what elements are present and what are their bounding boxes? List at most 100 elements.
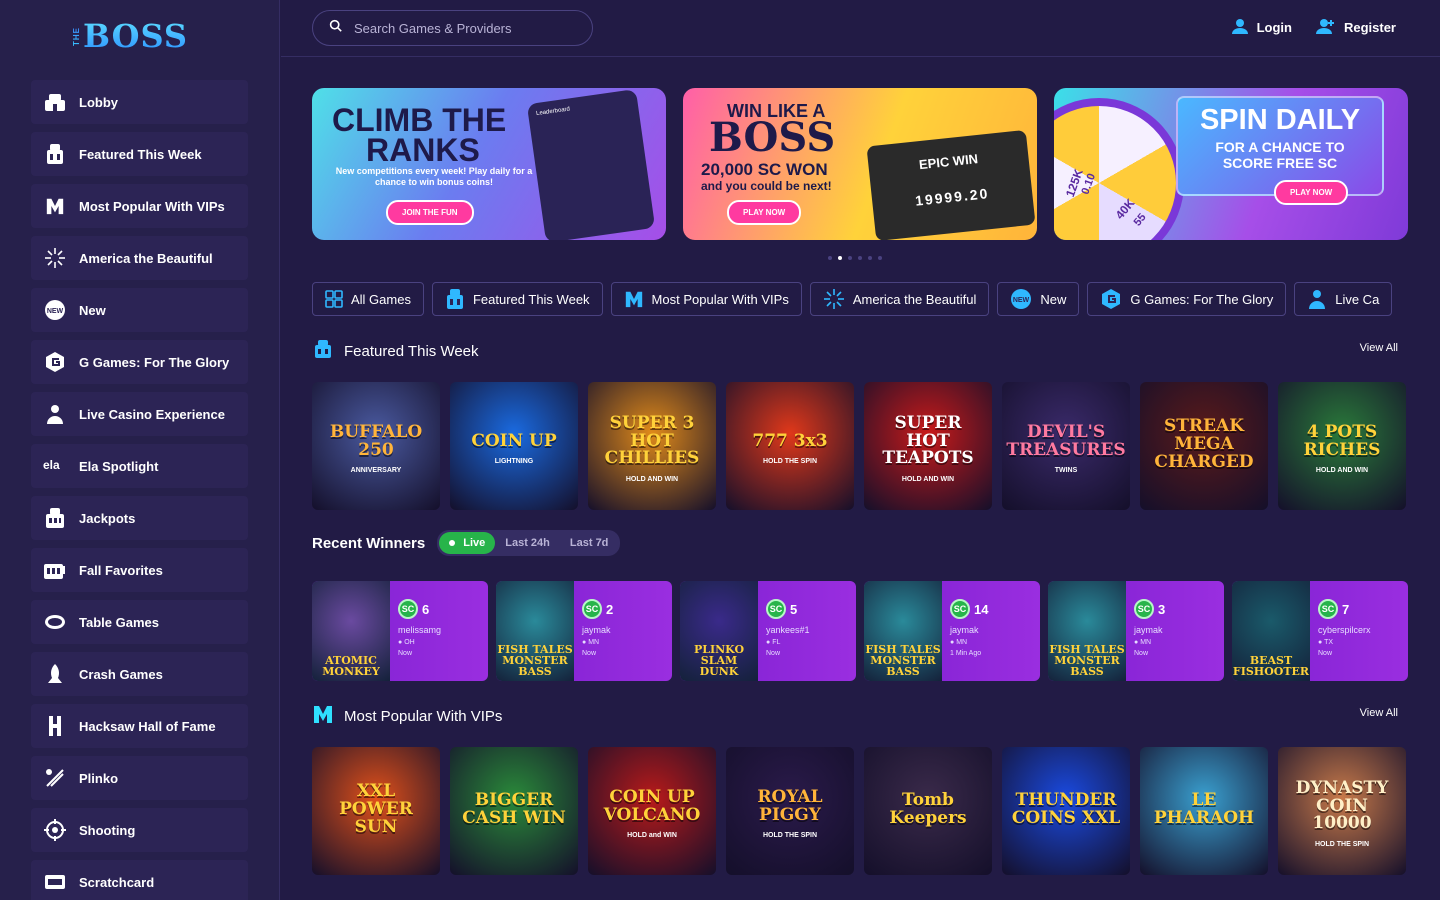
carousel-dot[interactable] [848, 256, 852, 260]
sidebar-item-jackpots[interactable]: Jackpots [31, 496, 248, 540]
category-tab-most-popular-with-vips[interactable]: Most Popular With VIPs [610, 282, 802, 316]
sidebar-item-table-games[interactable]: Table Games [31, 600, 248, 644]
winner-info: SC 7 cyberspilcerx ● TX Now [1310, 581, 1379, 681]
dealer-icon [1307, 288, 1327, 310]
banner-spin-daily[interactable]: 125K 0.10 40K 55 2K SPIN DAILY FOR A CHA… [1054, 88, 1408, 240]
category-tab-featured-this-week[interactable]: Featured This Week [431, 282, 603, 316]
winner-amount: SC 3 [1134, 599, 1165, 619]
rocket-icon [43, 662, 67, 686]
lobby-icon [43, 90, 67, 114]
sidebar-item-fall-favorites[interactable]: Fall Favorites [31, 548, 248, 592]
sidebar-item-shooting[interactable]: Shooting [31, 808, 248, 852]
game-tile[interactable]: Tomb Keepers [864, 747, 992, 875]
sidebar-item-plinko[interactable]: Plinko [31, 756, 248, 800]
jackpot-icon [43, 506, 67, 530]
winner-amount-value: 6 [422, 601, 430, 617]
category-tab-america-the-beautiful[interactable]: America the Beautiful [809, 282, 990, 316]
banner-subtitle: 20,000 SC WON [701, 160, 828, 179]
winner-game-title: ATOMIC MONKEY [322, 654, 380, 678]
recent-winners-header: Recent Winners Live Last 24h Last 7d [312, 530, 621, 556]
winner-game-title: FISH TALES MONSTER BASS [497, 643, 573, 678]
sidebar-item-most-popular-with-vips[interactable]: Most Popular With VIPs [31, 184, 248, 228]
play-now-button[interactable]: PLAY NOW [1274, 180, 1349, 205]
game-tile[interactable]: 4 POTS RICHES HOLD AND WIN [1278, 382, 1406, 510]
tab-live[interactable]: Live [439, 532, 496, 554]
sidebar-item-label: Fall Favorites [79, 562, 163, 578]
sidebar-item-label: Ela Spotlight [79, 458, 159, 474]
sidebar-item-new[interactable]: NEW New [31, 288, 248, 332]
game-tile[interactable]: SUPER 3 HOT CHILLIES HOLD AND WIN [588, 382, 716, 510]
slot-screen: EPIC WIN 19999.20 [866, 129, 1036, 240]
carousel-dot[interactable] [878, 256, 882, 260]
winner-card[interactable]: PLINKO SLAM DUNK SC 5 yankees#1 ● FL Now [680, 581, 856, 681]
svg-text:NEW: NEW [1013, 297, 1030, 304]
game-tile[interactable]: ROYAL PIGGY HOLD THE SPIN [726, 747, 854, 875]
vip-m-icon [624, 289, 644, 309]
winner-card[interactable]: ATOMIC MONKEY SC 6 melissamg ● OH Now [312, 581, 488, 681]
game-tile[interactable]: LE PHARAOH [1140, 747, 1268, 875]
game-tile[interactable]: 777 3x3 HOLD THE SPIN [726, 382, 854, 510]
sidebar-item-featured-this-week[interactable]: Featured This Week [31, 132, 248, 176]
search-input[interactable]: Search Games & Providers [312, 10, 593, 46]
search-icon [329, 19, 342, 37]
brand-logo[interactable]: THE BOSS [72, 16, 188, 56]
carousel-dot[interactable] [838, 256, 842, 260]
winner-card[interactable]: FISH TALES MONSTER BASS SC 2 jaymak ● MN … [496, 581, 672, 681]
sc-coin-icon: SC [766, 599, 786, 619]
game-tile[interactable]: BIGGER CASH WIN [450, 747, 578, 875]
carousel-dot[interactable] [828, 256, 832, 260]
category-tab-new[interactable]: NEW New [997, 282, 1080, 316]
game-title: Tomb Keepers [889, 790, 967, 828]
new-badge-icon: NEW [1010, 288, 1032, 310]
game-tile[interactable]: STREAK MEGA CHARGED [1140, 382, 1268, 510]
game-tile[interactable]: COIN UP VOLCANO HOLD and WIN [588, 747, 716, 875]
featured-view-all-link[interactable]: View All [1360, 342, 1398, 354]
game-tile[interactable]: COIN UP LIGHTNING [450, 382, 578, 510]
winner-card[interactable]: FISH TALES MONSTER BASS SC 14 jaymak ● MN… [864, 581, 1040, 681]
banner-win-like-a-boss[interactable]: WIN LIKE A BOSS 20,000 SC WON and you co… [683, 88, 1037, 240]
featured-title: Featured This Week [344, 342, 479, 360]
carousel-dot[interactable] [858, 256, 862, 260]
login-button[interactable]: Login [1231, 17, 1292, 38]
leaderboard-title: Leaderboard [535, 106, 571, 118]
join-the-fun-button[interactable]: JOIN THE FUN [386, 200, 474, 225]
sidebar-item-label: Table Games [79, 614, 159, 630]
sidebar-item-ela-spotlight[interactable]: ela Ela Spotlight [31, 444, 248, 488]
play-now-button[interactable]: PLAY NOW [727, 200, 802, 225]
game-tile[interactable]: SUPER HOT TEAPOTS HOLD AND WIN [864, 382, 992, 510]
game-tile[interactable]: DEVIL'S TREASURES TWINS [1002, 382, 1130, 510]
winner-location: ● MN [1134, 639, 1165, 646]
sidebar-item-hacksaw-hall-of-fame[interactable]: Hacksaw Hall of Fame [31, 704, 248, 748]
sidebar-item-label: Lobby [79, 94, 118, 110]
tab-last-7d[interactable]: Last 7d [560, 532, 619, 554]
carousel-dot[interactable] [868, 256, 872, 260]
sidebar-item-america-the-beautiful[interactable]: America the Beautiful [31, 236, 248, 280]
banner-climb-the-ranks[interactable]: CLIMB THE RANKS New competitions every w… [312, 88, 666, 240]
game-tile[interactable]: BUFFALO 250 ANNIVERSARY [312, 382, 440, 510]
category-tab-live-ca[interactable]: Live Ca [1294, 282, 1393, 316]
game-tile[interactable]: XXL POWER SUN [312, 747, 440, 875]
featured-icon [43, 142, 67, 166]
category-tab-g-games-for-the-glory[interactable]: G Games: For The Glory [1087, 282, 1287, 316]
category-tab-all-games[interactable]: All Games [312, 282, 424, 316]
vip-m-icon [312, 703, 334, 729]
location-pin-icon: ● [398, 639, 403, 646]
popular-view-all-link[interactable]: View All [1360, 707, 1398, 719]
winner-location: ● MN [582, 639, 613, 646]
winner-card[interactable]: BEAST FISHOOTER SC 7 cyberspilcerx ● TX N… [1232, 581, 1408, 681]
winner-info: SC 6 melissamg ● OH Now [390, 581, 449, 681]
winner-amount: SC 7 [1318, 599, 1371, 619]
tab-last-24h[interactable]: Last 24h [495, 532, 560, 554]
winner-amount: SC 2 [582, 599, 613, 619]
winner-card[interactable]: FISH TALES MONSTER BASS SC 3 jaymak ● MN … [1048, 581, 1224, 681]
sidebar-item-crash-games[interactable]: Crash Games [31, 652, 248, 696]
winner-state: TX [1324, 639, 1334, 646]
game-tile[interactable]: DYNASTY COIN 10000 HOLD THE SPIN [1278, 747, 1406, 875]
register-button[interactable]: Register [1315, 17, 1396, 38]
sc-coin-icon: SC [582, 599, 602, 619]
game-tile[interactable]: THUNDER COINS XXL [1002, 747, 1130, 875]
sidebar-item-live-casino-experience[interactable]: Live Casino Experience [31, 392, 248, 436]
sidebar-item-scratchcard[interactable]: Scratchcard [31, 860, 248, 900]
sidebar-item-g-games-for-the-glory[interactable]: G Games: For The Glory [31, 340, 248, 384]
sidebar-item-lobby[interactable]: Lobby [31, 80, 248, 124]
